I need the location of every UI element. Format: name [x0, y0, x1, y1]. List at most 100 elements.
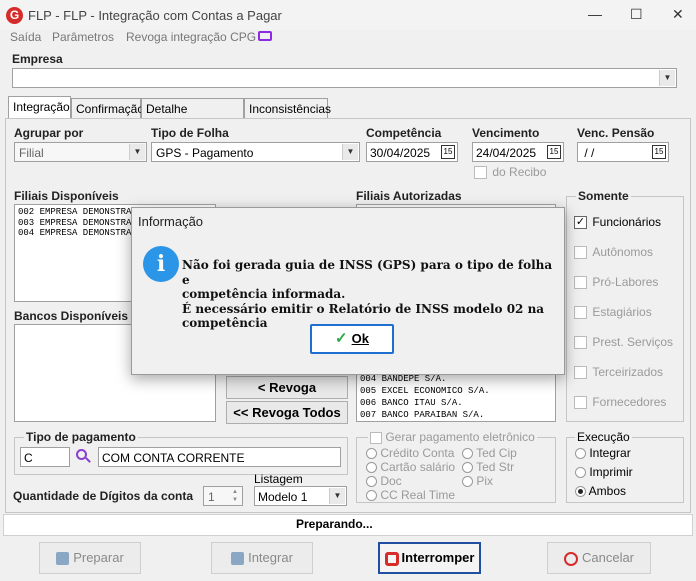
ambos-label: Ambos [588, 484, 627, 498]
gerar-pagamento-label: Gerar pagamento eletrônico [385, 430, 535, 444]
radio-circle[interactable] [462, 448, 473, 460]
venc-pensao-field[interactable]: / / 15 [577, 142, 669, 162]
checkbox-box[interactable] [574, 396, 587, 410]
tipo-folha-value: GPS - Pagamento [156, 146, 254, 160]
minimize-button[interactable]: — [588, 6, 602, 22]
radio-circle[interactable] [366, 490, 377, 502]
maximize-button[interactable]: ☐ [630, 6, 643, 23]
tipo-folha-combo[interactable]: GPS - Pagamento ▼ [151, 142, 360, 162]
revoga-button[interactable]: < Revoga [226, 376, 348, 399]
radio-circle[interactable] [462, 462, 473, 474]
execucao-label: Execução [575, 430, 632, 444]
list-item[interactable]: 005 EXCEL ECONOMICO S/A. [357, 385, 555, 397]
integrar-button[interactable]: Integrar [211, 542, 313, 574]
revoga-todos-button[interactable]: << Revoga Todos [226, 401, 348, 424]
tab-detalhe-integracao[interactable]: Detalhe Integração [141, 98, 244, 130]
radio-ted-str[interactable]: Ted Str [462, 460, 514, 474]
radio-cc-real-time[interactable]: CC Real Time [366, 488, 455, 502]
menu-saida[interactable]: Saída [10, 30, 41, 44]
interromper-button[interactable]: Interromper [378, 542, 481, 574]
calendar-icon[interactable]: 15 [441, 145, 455, 159]
tab-inconsistencias[interactable]: Inconsistências [244, 98, 331, 118]
do-recibo-label: do Recibo [492, 165, 547, 179]
checkbox-box[interactable] [574, 306, 587, 320]
tipo-pagamento-desc[interactable]: COM CONTA CORRENTE [98, 447, 341, 467]
chevron-down-icon[interactable]: ▼ [659, 70, 675, 86]
radio-credito-conta[interactable]: Crédito Conta [366, 446, 454, 460]
app-logo-icon: G [6, 7, 23, 24]
list-item[interactable]: 006 BANCO ITAU S/A. [357, 397, 555, 409]
prest-servicos-label: Prest. Serviços [592, 335, 674, 349]
ok-label: Ok [351, 331, 369, 346]
pro-labores-checkbox[interactable]: Pró-Labores [574, 275, 658, 290]
checkbox-box[interactable] [574, 276, 587, 290]
listagem-combo[interactable]: Modelo 1 ▼ [254, 486, 347, 506]
tab-confirmacao[interactable]: Confirmação [71, 98, 144, 118]
estagiarios-label: Estagiários [592, 305, 652, 319]
gerar-pagamento-checkbox[interactable]: Gerar pagamento eletrônico [368, 430, 537, 444]
qtd-digitos-spinner[interactable]: 1 ▲ ▼ [203, 486, 243, 506]
radio-integrar[interactable]: Integrar [575, 446, 631, 460]
empresa-combo[interactable]: ▼ [12, 68, 677, 88]
vencimento-field[interactable]: 24/04/2025 15 [472, 142, 564, 162]
radio-circle-selected[interactable] [575, 486, 586, 498]
competencia-field[interactable]: 30/04/2025 15 [366, 142, 458, 162]
radio-pix[interactable]: Pix [462, 474, 493, 488]
do-recibo-checkbox[interactable]: do Recibo [474, 165, 547, 180]
venc-pensao-label: Venc. Pensão [577, 126, 655, 140]
prest-servicos-checkbox[interactable]: Prest. Serviços [574, 335, 674, 350]
radio-circle[interactable] [575, 467, 586, 479]
checkbox-box[interactable] [574, 336, 587, 350]
autonomos-checkbox[interactable]: Autônomos [574, 245, 653, 260]
terceirizados-checkbox[interactable]: Terceirizados [574, 365, 663, 380]
check-icon[interactable]: ✓ [574, 216, 587, 230]
chevron-down-icon[interactable]: ▼ [342, 144, 358, 160]
close-button[interactable]: ✕ [672, 6, 684, 23]
cancelar-label: Cancelar [581, 550, 635, 565]
checkbox-box[interactable] [370, 431, 382, 444]
radio-doc[interactable]: Doc [366, 474, 402, 488]
preparar-label: Preparar [73, 550, 124, 565]
tab-integracao[interactable]: Integração [8, 96, 71, 119]
radio-cartao-salario[interactable]: Cartão salário [366, 460, 455, 474]
qtd-digitos-label: Quantidade de Dígitos da conta [13, 489, 194, 503]
radio-circle[interactable] [366, 448, 377, 460]
radio-imprimir[interactable]: Imprimir [575, 465, 633, 479]
status-text: Preparando... [296, 517, 373, 531]
chevron-down-icon[interactable]: ▼ [129, 144, 145, 160]
radio-circle[interactable] [366, 462, 377, 474]
integrar-label: Integrar [589, 446, 631, 460]
checkbox-box[interactable] [574, 366, 587, 380]
dialog-message: Não foi gerada guia de INSS (GPS) para o… [182, 258, 562, 331]
preparar-button[interactable]: Preparar [39, 542, 141, 574]
chevron-down-icon[interactable]: ▼ [329, 488, 345, 504]
cartao-salario-label: Cartão salário [380, 460, 456, 474]
radio-ted-cip[interactable]: Ted Cip [462, 446, 517, 460]
competencia-label: Competência [366, 126, 442, 140]
search-icon[interactable] [76, 449, 92, 465]
menu-revoga-integracao[interactable]: Revoga integração CPG [126, 30, 256, 44]
estagiarios-checkbox[interactable]: Estagiários [574, 305, 652, 320]
doc-label: Doc [380, 474, 402, 488]
ok-button[interactable]: ✓ Ok [310, 324, 394, 354]
calendar-icon[interactable]: 15 [652, 145, 666, 159]
radio-circle[interactable] [575, 448, 586, 460]
screen-icon[interactable] [258, 31, 272, 41]
imprimir-label: Imprimir [589, 465, 633, 479]
radio-ambos[interactable]: Ambos [575, 484, 626, 498]
agrupar-por-combo[interactable]: Filial ▼ [14, 142, 147, 162]
calendar-icon[interactable]: 15 [547, 145, 561, 159]
radio-circle[interactable] [462, 476, 473, 488]
menu-parametros[interactable]: Parâmetros [52, 30, 114, 44]
checkbox-box[interactable] [574, 246, 587, 260]
tipo-pagamento-code[interactable]: C [20, 447, 70, 467]
do-recibo-check[interactable] [474, 166, 487, 180]
list-item[interactable]: 007 BANCO PARAIBAN S/A. [357, 409, 555, 421]
cancelar-button[interactable]: Cancelar [547, 542, 651, 574]
somente-label: Somente [576, 189, 631, 203]
funcionarios-checkbox[interactable]: ✓ Funcionários [574, 215, 661, 230]
spinner-arrows-icon[interactable]: ▲ ▼ [229, 488, 241, 504]
radio-circle[interactable] [366, 476, 377, 488]
credito-conta-label: Crédito Conta [380, 446, 455, 460]
fornecedores-checkbox[interactable]: Fornecedores [574, 395, 666, 410]
